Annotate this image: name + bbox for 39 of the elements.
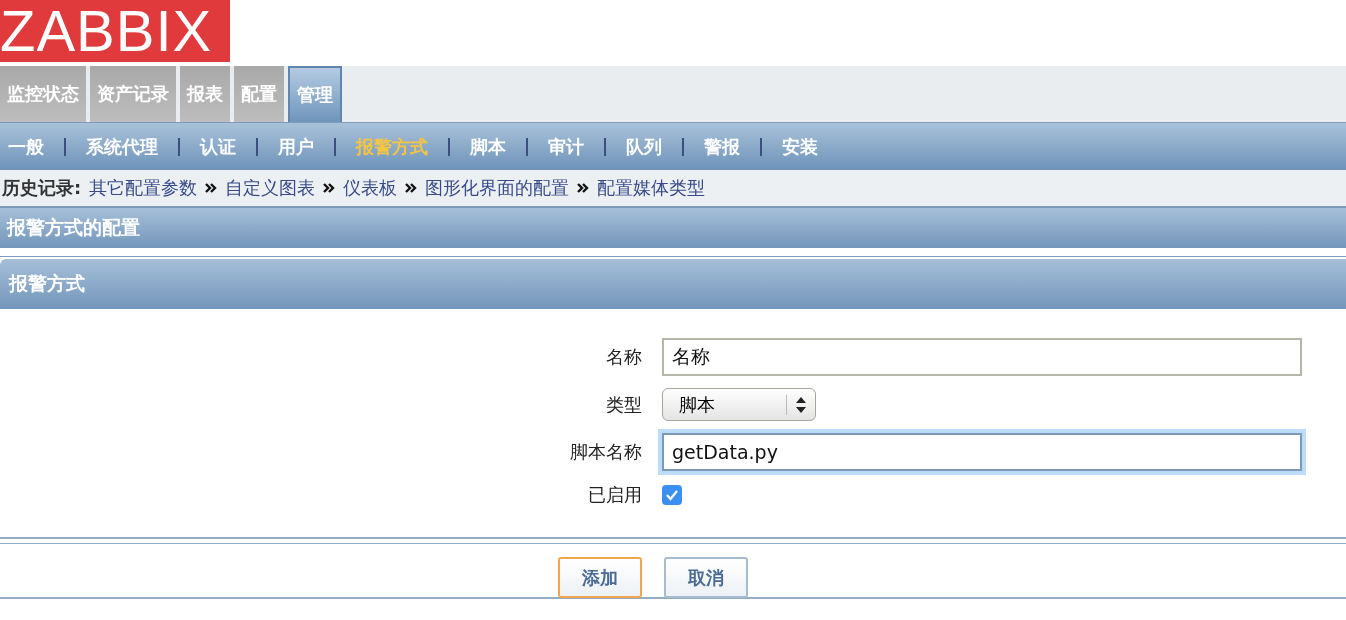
main-menu-tab[interactable]: 配置	[234, 66, 284, 122]
double-chevron-icon	[577, 183, 590, 193]
double-chevron-icon	[323, 183, 336, 193]
page-title: 报警方式的配置	[7, 215, 140, 240]
sub-menu-link[interactable]: 审计	[546, 134, 586, 159]
sub-menu-link[interactable]: 用户	[276, 134, 316, 159]
history-link[interactable]: 仪表板	[343, 176, 398, 200]
sub-menu-link[interactable]: 系统代理	[84, 134, 160, 159]
main-menu-tab[interactable]: 监控状态	[0, 66, 86, 122]
double-chevron-icon	[405, 183, 418, 193]
field-label: 名称	[605, 345, 642, 369]
field-label: 类型	[605, 392, 642, 417]
main-menu-tab[interactable]: 管理	[288, 66, 342, 122]
sub-menu-link[interactable]: 认证	[198, 134, 238, 159]
history-link[interactable]: 图形化界面的配置	[425, 176, 570, 200]
sub-menu-link[interactable]: 脚本	[468, 134, 508, 159]
sub-menu-link[interactable]: 报警方式	[354, 134, 430, 159]
history-label: 历史记录:	[2, 176, 82, 200]
sub-menu-link[interactable]: 安装	[780, 134, 820, 159]
main-menu-tab[interactable]: 报表	[180, 66, 230, 122]
form-button[interactable]: 取消	[664, 557, 748, 598]
sub-menu-link[interactable]: 警报	[702, 134, 742, 159]
type-dropdown[interactable]: 脚本	[662, 388, 816, 421]
field-label: 脚本名称	[569, 440, 642, 464]
history-link[interactable]: 配置媒体类型	[597, 176, 706, 200]
sub-menu-link[interactable]: 一般	[6, 134, 46, 159]
zabbix-logo[interactable]: ZABBIX	[0, 0, 230, 62]
history-link[interactable]: 其它配置参数	[89, 176, 198, 200]
sub-menu-link[interactable]: 队列	[624, 134, 664, 159]
checkbox[interactable]	[662, 485, 682, 505]
section-title: 报警方式	[9, 271, 85, 296]
main-menu-tab[interactable]: 资产记录	[90, 66, 176, 122]
text-field[interactable]: 名称	[662, 338, 1302, 376]
field-label: 已启用	[587, 483, 642, 507]
double-chevron-icon	[205, 183, 218, 193]
history-link[interactable]: 自定义图表	[225, 176, 316, 200]
text-field[interactable]: getData.py	[662, 433, 1302, 471]
checkmark-icon	[665, 489, 679, 501]
form-button[interactable]: 添加	[558, 557, 642, 598]
